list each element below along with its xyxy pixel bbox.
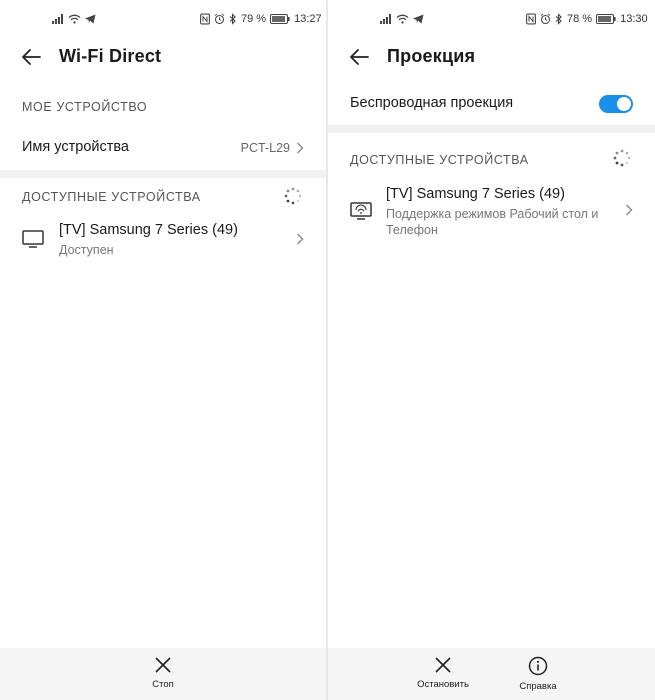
wifi-icon xyxy=(396,14,409,24)
device-name: [TV] Samsung 7 Series (49) xyxy=(386,186,565,202)
close-icon xyxy=(155,657,171,673)
device-name-value: PCT-L29 xyxy=(240,141,290,155)
my-device-header: МОЕ УСТРОЙСТВО xyxy=(22,100,148,114)
status-right: 79 % 13:27 xyxy=(200,10,322,28)
projection-screen: 78 % 13:30 Проекция Беспроводная проекци… xyxy=(328,0,655,700)
battery-percent: 78 % xyxy=(567,13,593,25)
clock: 13:27 xyxy=(294,13,322,25)
telegram-icon xyxy=(413,14,424,24)
stop-projection-button[interactable]: Остановить xyxy=(408,656,478,696)
toggle-knob xyxy=(617,97,631,111)
loading-spinner-icon xyxy=(613,149,631,167)
battery-percent: 79 % xyxy=(241,13,267,25)
alarm-icon xyxy=(214,13,225,25)
alarm-icon xyxy=(540,13,551,25)
wireless-projection-toggle[interactable] xyxy=(599,95,633,113)
section-divider xyxy=(328,125,655,133)
nfc-icon xyxy=(200,13,210,25)
battery-icon xyxy=(270,14,290,24)
battery-icon xyxy=(596,14,616,24)
device-name: [TV] Samsung 7 Series (49) xyxy=(59,222,238,238)
status-bar: 79 % 13:27 xyxy=(0,10,326,28)
nfc-icon xyxy=(526,13,536,25)
status-bar: 78 % 13:30 xyxy=(328,10,655,28)
clock: 13:30 xyxy=(620,13,648,25)
chevron-right-icon xyxy=(626,204,633,216)
comparison-view: 79 % 13:27 Wi-Fi Direct МОЕ УСТРОЙСТВО И… xyxy=(0,0,655,700)
bluetooth-icon xyxy=(229,13,236,25)
chevron-right-icon xyxy=(297,233,304,245)
device-status: Доступен xyxy=(59,243,114,257)
page-title: Проекция xyxy=(387,46,476,66)
page-title: Wi-Fi Direct xyxy=(59,46,162,66)
wireless-projection-label: Беспроводная проекция xyxy=(350,95,514,111)
info-icon xyxy=(528,656,548,676)
bottom-action-bar: Остановить Справка xyxy=(328,648,655,700)
help-button[interactable]: Справка xyxy=(503,656,573,696)
wifi-direct-screen: 79 % 13:27 Wi-Fi Direct МОЕ УСТРОЙСТВО И… xyxy=(0,0,326,700)
chevron-right-icon xyxy=(297,142,304,154)
device-list-item[interactable]: [TV] Samsung 7 Series (49) Доступен xyxy=(0,216,326,264)
available-devices-header: ДОСТУПНЫЕ УСТРОЙСТВА xyxy=(22,190,201,204)
close-icon xyxy=(435,657,451,673)
available-devices-header: ДОСТУПНЫЕ УСТРОЙСТВА xyxy=(350,153,529,167)
section-divider xyxy=(0,170,326,178)
app-bar: Проекция xyxy=(328,40,655,74)
signal-icon xyxy=(380,14,391,24)
telegram-icon xyxy=(85,14,96,24)
device-description-line2: Телефон xyxy=(386,223,438,237)
bluetooth-icon xyxy=(555,13,562,25)
stop-button[interactable]: Стоп xyxy=(128,656,198,696)
device-list-item[interactable]: [TV] Samsung 7 Series (49) Поддержка реж… xyxy=(328,180,655,244)
wifi-icon xyxy=(68,14,81,24)
cast-tv-icon xyxy=(350,202,372,220)
app-bar: Wi-Fi Direct xyxy=(0,40,326,74)
loading-spinner-icon xyxy=(284,187,302,205)
signal-icon xyxy=(52,14,63,24)
tv-icon xyxy=(22,230,44,248)
stop-projection-label: Остановить xyxy=(417,679,469,690)
wireless-projection-row[interactable]: Беспроводная проекция xyxy=(328,88,655,120)
help-label: Справка xyxy=(519,681,557,692)
back-arrow-icon[interactable] xyxy=(20,46,42,68)
back-arrow-icon[interactable] xyxy=(348,46,370,68)
bottom-action-bar: Стоп xyxy=(0,648,326,700)
device-name-row[interactable]: Имя устройства PCT-L29 xyxy=(0,130,326,166)
device-name-label: Имя устройства xyxy=(22,139,129,155)
status-left xyxy=(52,10,96,28)
stop-label: Стоп xyxy=(152,679,174,690)
device-description-line1: Поддержка режимов Рабочий стол и xyxy=(386,207,599,221)
status-right: 78 % 13:30 xyxy=(526,10,648,28)
status-left xyxy=(380,10,424,28)
